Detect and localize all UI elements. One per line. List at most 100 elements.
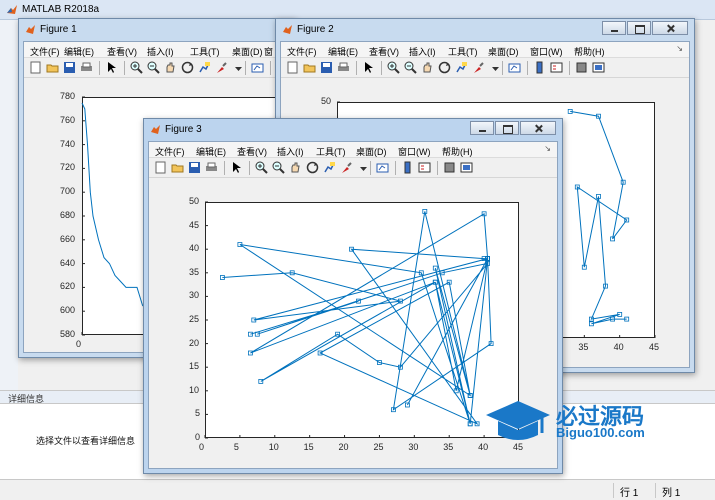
watermark-logo: 必过源码 Biguo100.com [482,395,682,445]
link-plot-icon[interactable] [508,61,521,74]
y-tick-label: 600 [60,305,76,316]
brush-icon[interactable] [340,161,353,174]
detail-message: 选择文件以查看详细信息 [36,436,136,446]
show-tools-icon[interactable] [460,161,473,174]
y-tick-label: 680 [60,210,76,220]
data-cursor-icon[interactable] [455,61,468,74]
save-icon[interactable] [63,61,76,74]
zoom-in-icon[interactable] [387,61,400,74]
figure3-menu-item-2[interactable]: 查看(V) [237,145,267,158]
figure2-menu-item-4[interactable]: 工具(T) [448,45,478,58]
colorbar-icon[interactable] [401,161,414,174]
y-tick-label: 15 [189,361,200,372]
pointer-icon[interactable] [230,161,243,174]
figure1-menu-item-6[interactable]: 窗 [264,45,273,58]
open-folder-icon[interactable] [171,161,184,174]
dropdown-arrow-icon[interactable] [489,61,502,74]
figure3-menu-item-5[interactable]: 桌面(D) [356,145,387,158]
legend-icon[interactable] [418,161,431,174]
maximize-button[interactable] [495,121,519,135]
toolbar-separator [437,161,438,175]
link-plot-icon[interactable] [376,161,389,174]
brush-icon[interactable] [472,61,485,74]
toolbar-separator [124,61,125,75]
figure2-menu-item-0[interactable]: 文件(F) [287,45,317,58]
save-icon[interactable] [320,61,333,74]
new-file-icon[interactable] [286,61,299,74]
new-file-icon[interactable] [154,161,167,174]
open-folder-icon[interactable] [303,61,316,74]
maximize-button[interactable] [627,21,651,35]
toolbar-separator [395,161,396,175]
pan-hand-icon[interactable] [289,161,302,174]
figure2-menu-item-3[interactable]: 插入(I) [409,45,436,58]
figure1-titlebar[interactable]: Figure 1 [19,19,295,41]
show-tools-icon[interactable] [592,61,605,74]
dropdown-arrow-icon[interactable] [232,61,245,74]
zoom-out-icon[interactable] [272,161,285,174]
zoom-in-icon[interactable] [130,61,143,74]
pointer-icon[interactable] [362,61,375,74]
hide-tools-icon[interactable] [443,161,456,174]
toolbar-separator [270,61,271,75]
dropdown-arrow-icon[interactable] [357,161,370,174]
figure3-menu-item-0[interactable]: 文件(F) [155,145,185,158]
figure2-title: Figure 2 [297,24,334,35]
x-tick-label: 10 [268,442,279,452]
print-icon[interactable] [80,61,93,74]
pan-hand-icon[interactable] [164,61,177,74]
figure3-plot [204,201,520,439]
zoom-in-icon[interactable] [255,161,268,174]
new-file-icon[interactable] [29,61,42,74]
figure3-menu-item-4[interactable]: 工具(T) [316,145,346,158]
minimize-button[interactable] [602,21,626,35]
menu-dock-arrow-icon[interactable]: ↘ [544,144,551,153]
figure2-menu-item-5[interactable]: 桌面(D) [488,45,519,58]
figure2-titlebar[interactable]: Figure 2 [276,19,694,41]
open-folder-icon[interactable] [46,61,59,74]
minimize-button[interactable] [470,121,494,135]
x-tick-label: 15 [303,442,314,452]
figure3-menubar: ↘ 文件(F) 编辑(E) 查看(V) 插入(I) 工具(T) 桌面(D) 窗口(W) 帮助(… [149,142,557,158]
figure2-menu-item-2[interactable]: 查看(V) [369,45,399,58]
rotate-3d-icon[interactable] [306,161,319,174]
zoom-out-icon[interactable] [404,61,417,74]
rotate-3d-icon[interactable] [181,61,194,74]
figure3-menu-item-7[interactable]: 帮助(H) [442,145,473,158]
pointer-icon[interactable] [105,61,118,74]
figure1-menu-item-4[interactable]: 工具(T) [190,45,220,58]
figure3-menu-item-3[interactable]: 插入(I) [277,145,304,158]
figure3-menu-item-1[interactable]: 编辑(E) [196,145,226,158]
print-icon[interactable] [205,161,218,174]
save-icon[interactable] [188,161,201,174]
hide-tools-icon[interactable] [575,61,588,74]
print-icon[interactable] [337,61,350,74]
figure1-menu-item-3[interactable]: 插入(I) [147,45,174,58]
menu-dock-arrow-icon[interactable]: ↘ [676,44,683,53]
figure3-titlebar[interactable]: Figure 3 [144,119,562,141]
figure1-menu-item-5[interactable]: 桌面(D) [232,45,263,58]
colorbar-icon[interactable] [533,61,546,74]
close-button[interactable] [520,121,556,135]
figure2-menu-item-7[interactable]: 帮助(H) [574,45,605,58]
figure-icon [283,25,292,34]
legend-icon[interactable] [550,61,563,74]
brush-icon[interactable] [215,61,228,74]
figure2-menubar: ↘ 文件(F) 编辑(E) 查看(V) 插入(I) 工具(T) 桌面(D) 窗口(W) 帮助(… [281,42,689,58]
data-cursor-icon[interactable] [323,161,336,174]
pan-hand-icon[interactable] [421,61,434,74]
figure2-menu-item-6[interactable]: 窗口(W) [530,45,563,58]
figure3-menu-item-6[interactable]: 窗口(W) [398,145,431,158]
link-plot-icon[interactable] [251,61,264,74]
rotate-3d-icon[interactable] [438,61,451,74]
detail-header-label: 详细信息 [8,394,45,404]
zoom-out-icon[interactable] [147,61,160,74]
figure2-menu-item-1[interactable]: 编辑(E) [328,45,358,58]
figure1-menu-item-1[interactable]: 编辑(E) [64,45,94,58]
toolbar-separator [569,61,570,75]
data-cursor-icon[interactable] [198,61,211,74]
figure1-menu-item-0[interactable]: 文件(F) [30,45,60,58]
toolbar-separator [370,161,371,175]
figure1-menu-item-2[interactable]: 查看(V) [107,45,137,58]
close-button[interactable] [652,21,688,35]
